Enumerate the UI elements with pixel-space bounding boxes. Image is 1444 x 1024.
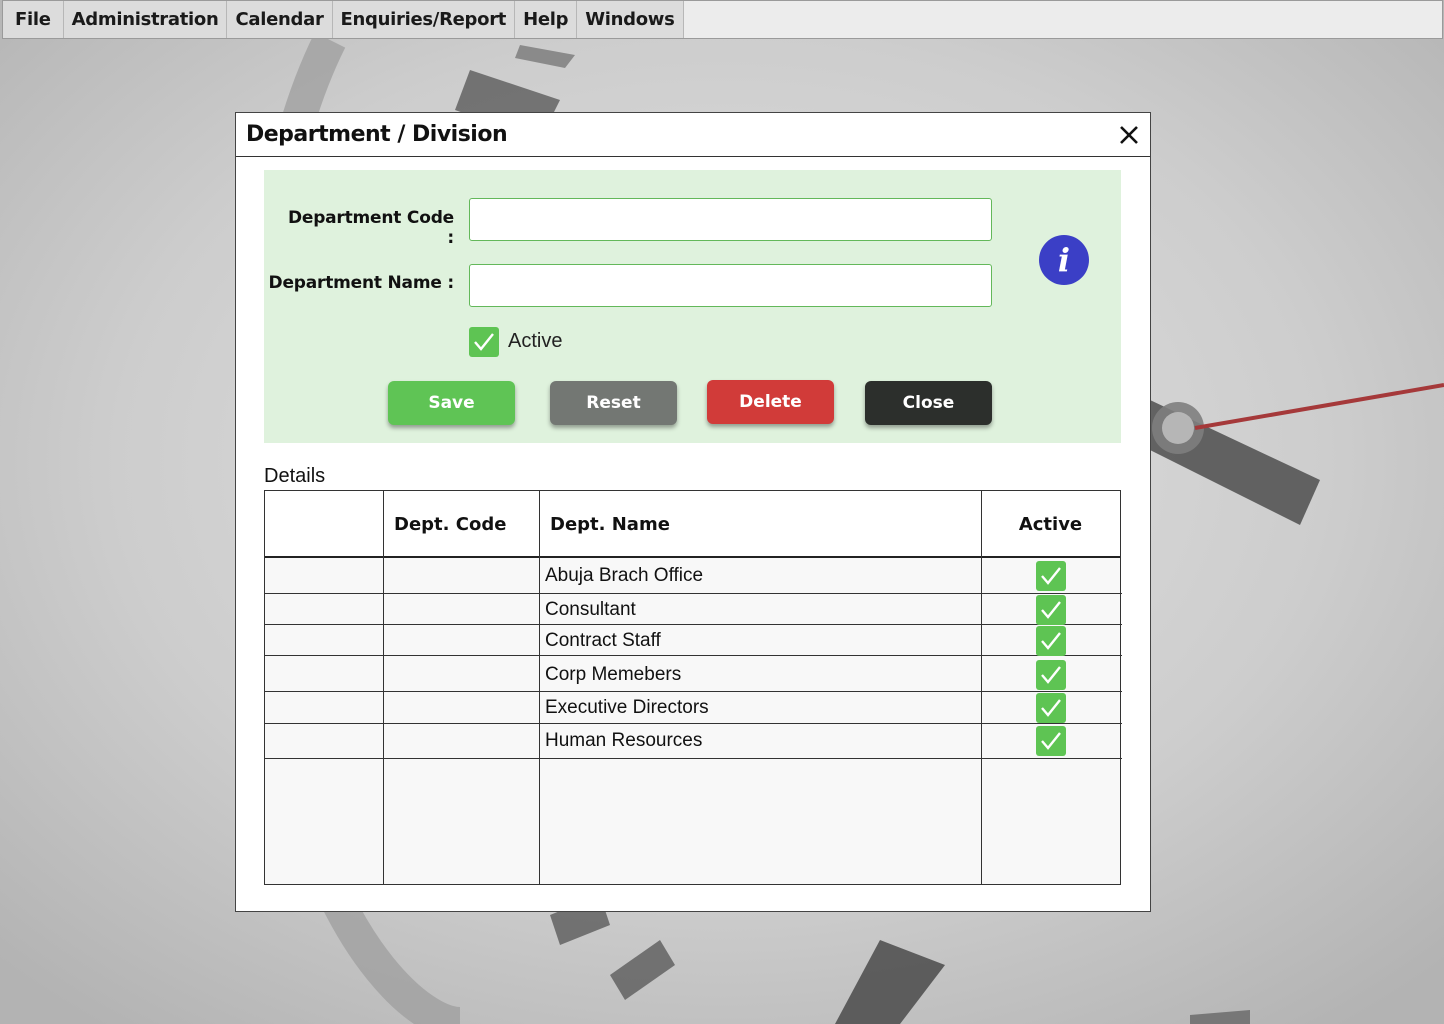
table-row-dept-name[interactable]: Executive Directors <box>545 697 709 719</box>
column-divider <box>383 491 384 884</box>
row-divider <box>265 624 1122 625</box>
department-code-input[interactable] <box>469 198 992 241</box>
check-icon <box>1041 699 1061 717</box>
check-icon <box>474 333 494 351</box>
column-header-dept-name[interactable]: Dept. Name <box>550 491 670 558</box>
close-button[interactable]: Close <box>865 381 992 425</box>
details-label: Details <box>264 465 326 487</box>
table-row-dept-name[interactable]: Consultant <box>545 599 636 621</box>
active-checkbox[interactable] <box>469 327 499 357</box>
row-active-checkbox[interactable] <box>1036 561 1066 591</box>
column-header-select <box>265 491 383 558</box>
form-panel: Department Code : Department Name : Acti… <box>264 170 1121 443</box>
column-header-active[interactable]: Active <box>981 491 1120 558</box>
check-icon <box>1041 666 1061 684</box>
department-dialog: Department / Division Department Code : … <box>235 112 1151 912</box>
check-icon <box>1041 567 1061 585</box>
row-divider <box>265 758 1122 759</box>
column-header-dept-code[interactable]: Dept. Code <box>394 491 506 558</box>
row-divider <box>265 593 1122 594</box>
row-active-checkbox[interactable] <box>1036 626 1066 656</box>
row-divider <box>265 655 1122 656</box>
dialog-header: Department / Division <box>236 113 1150 157</box>
column-divider <box>539 491 540 884</box>
menu-bar: File Administration Calendar Enquiries/R… <box>2 0 1443 39</box>
department-code-label: Department Code : <box>287 208 454 248</box>
row-divider <box>265 691 1122 692</box>
row-active-checkbox[interactable] <box>1036 660 1066 690</box>
menu-calendar[interactable]: Calendar <box>227 1 333 38</box>
table-row-dept-name[interactable]: Corp Memebers <box>545 664 681 686</box>
menu-help[interactable]: Help <box>515 1 578 38</box>
details-table: Dept. Code Dept. Name Active Abuja Brach… <box>264 490 1122 885</box>
table-row-dept-name[interactable]: Abuja Brach Office <box>545 565 703 587</box>
check-icon <box>1041 601 1061 619</box>
close-icon[interactable] <box>1118 124 1140 146</box>
reset-button[interactable]: Reset <box>550 381 677 425</box>
dialog-title: Department / Division <box>246 122 508 147</box>
department-name-label: Department Name : <box>268 273 455 293</box>
menu-windows[interactable]: Windows <box>577 1 684 38</box>
row-active-checkbox[interactable] <box>1036 693 1066 723</box>
delete-button[interactable]: Delete <box>707 380 834 424</box>
check-icon <box>1041 632 1061 650</box>
menu-file[interactable]: File <box>3 1 64 38</box>
row-divider <box>265 723 1122 724</box>
menu-enquiries-report[interactable]: Enquiries/Report <box>332 1 516 38</box>
save-button[interactable]: Save <box>388 381 515 425</box>
row-active-checkbox[interactable] <box>1036 595 1066 625</box>
active-label: Active <box>508 330 563 352</box>
department-name-input[interactable] <box>469 264 992 307</box>
table-row-dept-name[interactable]: Contract Staff <box>545 630 661 652</box>
menu-administration[interactable]: Administration <box>63 1 228 38</box>
check-icon <box>1041 732 1061 750</box>
info-icon[interactable]: i <box>1039 235 1089 285</box>
table-row-dept-name[interactable]: Human Resources <box>545 730 702 752</box>
row-active-checkbox[interactable] <box>1036 726 1066 756</box>
